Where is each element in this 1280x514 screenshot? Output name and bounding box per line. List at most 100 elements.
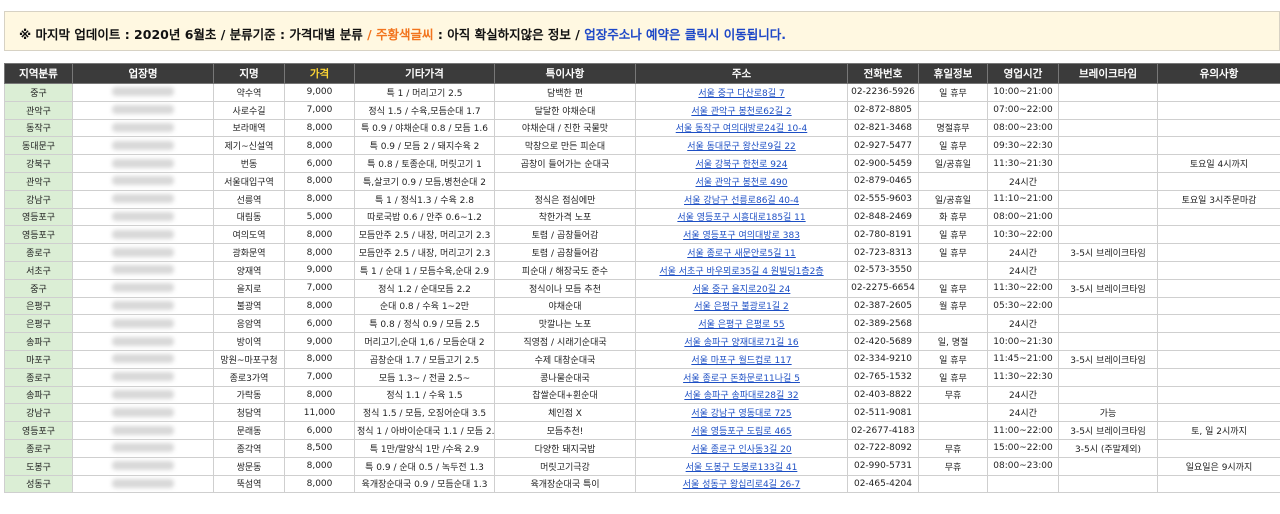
address-cell: 서울 종로구 인사동3길 20 — [635, 438, 848, 458]
hours-cell: 24시간 — [987, 385, 1059, 405]
header-region[interactable]: 지역분류 — [4, 63, 73, 84]
other-price-cell: 특 0.9 / 모듬 2 / 돼지수육 2 — [354, 136, 495, 156]
shop-name-cell — [72, 332, 214, 351]
address-link[interactable]: 서울 은평구 불광로1길 2 — [694, 302, 789, 312]
address-cell: 서울 강북구 한천로 924 — [635, 154, 848, 173]
price-cell: 6,000 — [284, 421, 355, 440]
holiday-cell — [918, 260, 988, 280]
header-phone[interactable]: 전화번호 — [847, 63, 919, 84]
address-link[interactable]: 서울 종로구 돈화문로11나길 5 — [683, 374, 800, 384]
address-link[interactable]: 서울 관악구 봉천로62길 2 — [691, 107, 791, 117]
header-area[interactable]: 지명 — [213, 63, 285, 84]
address-link[interactable]: 서울 관악구 봉천로 490 — [695, 178, 787, 188]
address-link[interactable]: 서울 영등포구 시흥대로185길 11 — [677, 213, 805, 223]
region-cell: 중구 — [4, 278, 73, 298]
address-link[interactable]: 서울 중구 을지로20길 24 — [693, 285, 791, 295]
phone-cell: 02-879-0465 — [847, 171, 919, 191]
address-link[interactable]: 서울 강북구 한천로 924 — [695, 160, 787, 170]
address-link[interactable]: 서울 송파구 송파대로28길 32 — [684, 391, 798, 401]
address-link[interactable]: 서울 송파구 양재대로71길 16 — [684, 338, 798, 348]
hours-cell: 11:30~22:30 — [987, 367, 1059, 387]
other-price-cell: 모듬안주 2.5 / 내장, 머리고기 2.3 — [354, 225, 495, 245]
address-link[interactable]: 서울 동작구 여의대방로24길 10-4 — [676, 124, 808, 134]
price-cell: 9,000 — [284, 332, 355, 351]
address-cell: 서울 은평구 불광로1길 2 — [635, 296, 848, 316]
address-link[interactable]: 서울 동대문구 왕산로9길 22 — [687, 142, 796, 152]
blurred-shop-name — [112, 247, 174, 257]
address-link[interactable]: 서울 성동구 왕십리로4길 26-7 — [683, 480, 801, 490]
table-row: 강북구 번동 6,000 특 0.8 / 토종순대, 머릿고기 1 곱창이 들어가는 순… — [4, 154, 1280, 173]
address-cell: 서울 은평구 은평로 55 — [635, 314, 848, 334]
other-price-cell: 정식 1.1 / 수육 1.5 — [354, 385, 495, 405]
address-cell: 서울 동대문구 왕산로9길 22 — [635, 136, 848, 156]
area-cell: 방이역 — [213, 332, 285, 351]
address-cell: 서울 영등포구 도림로 465 — [635, 421, 848, 440]
table-row: 서초구 양재역 9,000 특 1 / 순대 1 / 모듬수육,순대 2.9 피순대 /… — [4, 260, 1280, 280]
phone-cell: 02-722-8092 — [847, 438, 919, 458]
break-time-cell — [1058, 456, 1158, 476]
blurred-shop-name — [112, 122, 174, 132]
blurred-shop-name — [112, 229, 174, 239]
table-row: 영등포구 대림동 5,000 따로국밥 0.6 / 안주 0.6~1.2 착한가격 노포… — [4, 207, 1280, 227]
caution-cell: 토요일 3시주문마감 — [1157, 189, 1280, 209]
address-cell: 서울 서초구 바우뫼로35길 4 원빌딩1층2층 — [635, 260, 848, 280]
hours-cell: 11:45~21:00 — [987, 349, 1059, 369]
shop-name-cell — [72, 314, 214, 334]
header-break-time[interactable]: 브레이크타임 — [1058, 63, 1158, 84]
holiday-cell: 일, 명절 — [918, 332, 988, 351]
address-link[interactable]: 서울 영등포구 도림로 465 — [691, 427, 791, 437]
phone-cell: 02-2236-5926 — [847, 83, 919, 102]
address-link[interactable]: 서울 영등포구 여의대방로 383 — [683, 231, 800, 241]
shop-name-cell — [72, 438, 214, 458]
blurred-shop-name — [112, 425, 174, 435]
address-link[interactable]: 서울 도봉구 도봉로133길 41 — [686, 463, 798, 473]
hours-cell: 11:00~22:00 — [987, 421, 1059, 440]
address-link[interactable]: 서울 강남구 선릉로86길 40-4 — [684, 196, 799, 206]
table-row: 종로구 종로3가역 7,000 모듬 1.3~ / 전골 2.5~ 콩나물순대국 서울 종… — [4, 367, 1280, 387]
table-row: 송파구 가락동 8,000 정식 1.1 / 수육 1.5 찹쌀순대+휜순대 서울 송파구… — [4, 385, 1280, 405]
shop-name-cell — [72, 367, 214, 387]
region-cell: 종로구 — [4, 367, 73, 387]
header-holiday[interactable]: 휴일정보 — [918, 63, 988, 84]
phone-cell: 02-821-3468 — [847, 118, 919, 138]
header-hours[interactable]: 영업시간 — [987, 63, 1059, 84]
table-row: 은평구 응암역 6,000 특 0.8 / 정식 0.9 / 모듬 2.5 맛깔나는 노… — [4, 314, 1280, 334]
price-cell: 8,000 — [284, 136, 355, 156]
phone-cell: 02-334-9210 — [847, 349, 919, 369]
table-row: 종로구 종각역 8,500 특 1만/말양식 1만 /수육 2.9 다양한 돼지국밥 서울… — [4, 438, 1280, 458]
blurred-shop-name — [112, 443, 174, 453]
notice-orange-legend: / 주황색글씨 — [362, 27, 434, 42]
region-cell: 강남구 — [4, 189, 73, 209]
table-row: 동작구 보라매역 8,000 특 0.9 / 야채순대 0.8 / 모듬 1.6 야채순… — [4, 118, 1280, 138]
address-link[interactable]: 서울 마포구 월드컵로 117 — [691, 356, 791, 366]
hours-cell: 10:00~21:30 — [987, 332, 1059, 351]
address-link[interactable]: 서울 종로구 인사동3길 20 — [691, 445, 791, 455]
header-price[interactable]: 가격 — [284, 63, 355, 84]
address-link[interactable]: 서울 은평구 은평로 55 — [698, 320, 784, 330]
address-cell: 서울 송파구 양재대로71길 16 — [635, 332, 848, 351]
address-link[interactable]: 서울 서초구 바우뫼로35길 4 원빌딩1층2층 — [659, 267, 823, 277]
shop-name-cell — [72, 83, 214, 102]
address-link[interactable]: 서울 강남구 영동대로 725 — [691, 409, 791, 419]
header-caution[interactable]: 유의사항 — [1157, 63, 1280, 84]
address-cell: 서울 종로구 돈화문로11나길 5 — [635, 367, 848, 387]
region-cell: 영등포구 — [4, 421, 73, 440]
region-cell: 은평구 — [4, 314, 73, 334]
header-shop-name[interactable]: 업장명 — [72, 63, 214, 84]
shop-name-cell — [72, 118, 214, 138]
shop-name-cell — [72, 189, 214, 209]
note-cell: 수제 대창순대국 — [494, 349, 636, 369]
holiday-cell: 일 휴무 — [918, 349, 988, 369]
region-cell: 강북구 — [4, 154, 73, 173]
caution-cell — [1157, 403, 1280, 423]
address-link[interactable]: 서울 종로구 새문안로5길 11 — [687, 249, 796, 259]
address-link[interactable]: 서울 중구 다산로8길 7 — [698, 89, 784, 99]
break-time-cell — [1058, 474, 1158, 494]
header-address[interactable]: 주소 — [635, 63, 848, 84]
header-note[interactable]: 특이사항 — [494, 63, 636, 84]
hours-cell: 08:00~21:00 — [987, 207, 1059, 227]
blurred-shop-name — [112, 336, 174, 346]
table-row: 도봉구 쌍문동 8,000 특 0.9 / 순대 0.5 / 녹두전 1.3 머릿고기극… — [4, 456, 1280, 476]
header-other-price[interactable]: 기타가격 — [354, 63, 495, 84]
notice-update-info: ※ 마지막 업데이트 : 2020년 6월초 / 분류기준 : 가격대별 분류 — [19, 27, 363, 42]
